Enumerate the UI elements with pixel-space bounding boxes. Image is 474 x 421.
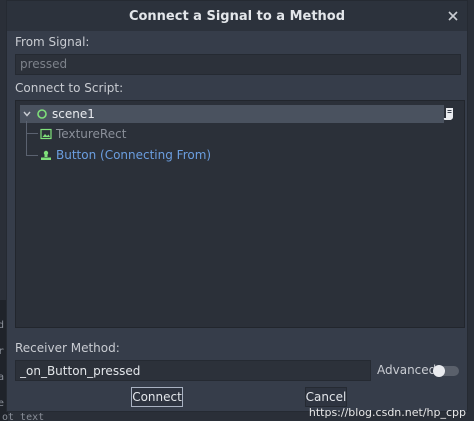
tree-guide-line — [26, 133, 38, 134]
tree-item-button[interactable]: Button (Connecting From) — [40, 146, 211, 164]
background-char: d — [0, 320, 5, 331]
script-icon — [443, 108, 453, 120]
advanced-label: Advanced — [377, 363, 437, 377]
advanced-toggle[interactable] — [433, 365, 459, 377]
from-signal-field: pressed — [15, 54, 461, 75]
background-char: r — [0, 346, 5, 357]
dialog-title: Connect a Signal to a Method — [128, 8, 346, 24]
toggle-knob — [433, 365, 445, 377]
background-char: a — [0, 372, 5, 383]
dialog-titlebar: Connect a Signal to a Method — [7, 1, 467, 31]
background-char: e — [0, 398, 5, 409]
connect-signal-dialog: Connect a Signal to a Method From Signal… — [6, 0, 468, 412]
chevron-down-icon[interactable] — [22, 109, 32, 119]
tree-item-label: TextureRect — [56, 127, 127, 141]
connect-button[interactable]: Connect — [131, 387, 183, 407]
screen: d r a e ot_text Connect a Signal to a Me… — [0, 0, 474, 421]
from-signal-label: From Signal: — [15, 35, 90, 49]
script-icon-button[interactable] — [440, 105, 458, 123]
tree-item-label: Button (Connecting From) — [56, 148, 212, 162]
tree-guide-line — [26, 121, 27, 155]
watermark-text: https://blog.csdn.net/hp_cpp — [308, 406, 466, 419]
receiver-method-label: Receiver Method: — [15, 341, 120, 355]
receiver-method-input[interactable] — [15, 360, 371, 381]
close-button[interactable] — [445, 8, 461, 24]
background-editor-text: ot_text — [2, 412, 45, 421]
scene-tree: scene1 TextureRect Button (Connecting Fr… — [15, 100, 465, 328]
cancel-button[interactable]: Cancel — [305, 387, 347, 407]
connect-to-script-label: Connect to Script: — [15, 81, 124, 95]
tree-item-label: scene1 — [52, 107, 95, 121]
button-node-icon — [41, 150, 51, 160]
texture-rect-icon — [40, 128, 52, 140]
tree-item-texturerect[interactable]: TextureRect — [40, 125, 126, 143]
tree-item-scene1[interactable]: scene1 — [20, 105, 444, 123]
close-icon — [448, 11, 458, 21]
node-circle-icon — [37, 109, 47, 119]
tree-guide-line — [26, 155, 38, 156]
